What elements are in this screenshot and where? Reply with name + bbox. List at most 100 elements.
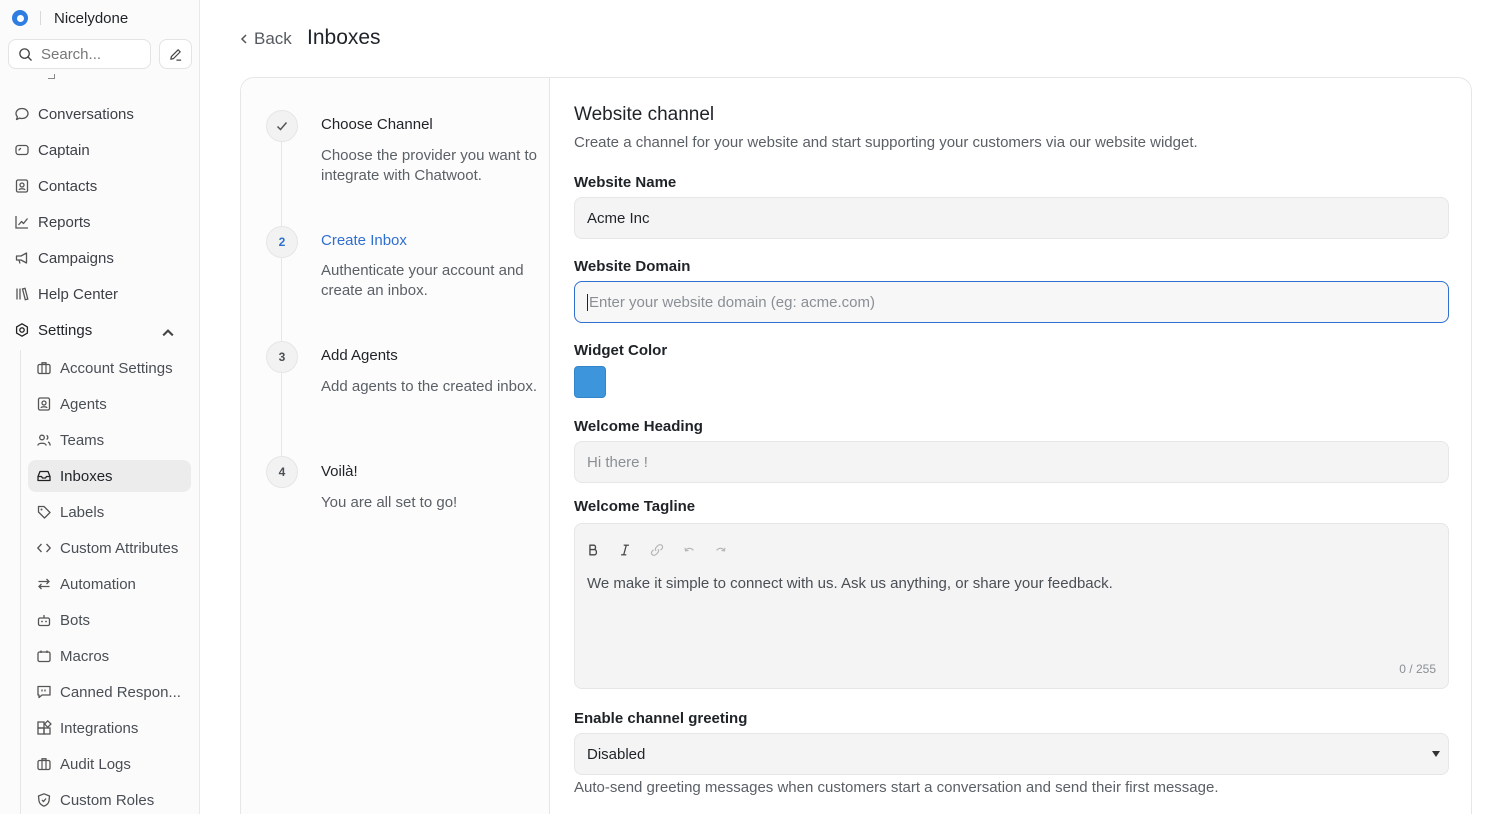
integrations-icon: [37, 720, 52, 735]
welcome-heading-label: Welcome Heading: [574, 418, 703, 435]
settings-item-label: Bots: [60, 611, 91, 629]
step-3-description: Add agents to the created inbox.: [321, 378, 537, 395]
step-2-description: Authenticate your account and create an …: [321, 262, 524, 299]
redo-icon[interactable]: [713, 542, 729, 558]
clipped-nav-item: [46, 74, 58, 82]
text-caret: [587, 293, 588, 311]
shield-icon: [37, 793, 51, 807]
line-chart-icon: [15, 216, 29, 229]
step-3-title: Add Agents: [321, 347, 398, 364]
settings-item-agents[interactable]: Agents: [28, 388, 191, 420]
sidebar: Nicelydone Conversations Captain Contact…: [0, 0, 200, 814]
macro-icon: [37, 650, 51, 663]
website-name-input[interactable]: Acme Inc: [574, 197, 1449, 239]
divider: [40, 11, 41, 25]
nav-campaigns[interactable]: Campaigns: [14, 242, 190, 274]
nav-label: Help Center: [38, 285, 119, 303]
step-1-description: Choose the provider you want to integrat…: [321, 147, 537, 184]
account-logo-icon: [12, 10, 28, 26]
gear-icon: [15, 323, 29, 337]
compose-button[interactable]: [159, 39, 192, 69]
step-4-description: You are all set to go!: [321, 494, 458, 511]
settings-item-bots[interactable]: Bots: [28, 604, 191, 636]
settings-item-account-settings[interactable]: Account Settings: [28, 352, 191, 384]
settings-item-teams[interactable]: Teams: [28, 424, 191, 456]
welcome-heading-input[interactable]: Hi there !: [574, 441, 1449, 483]
wizard-steps: Choose Channel Choose the provider you w…: [241, 78, 550, 814]
settings-item-label: Integrations: [60, 719, 139, 737]
settings-item-label: Audit Logs: [60, 755, 131, 773]
website-domain-label: Website Domain: [574, 258, 691, 275]
link-icon[interactable]: [649, 542, 665, 558]
greeting-select[interactable]: Disabled: [574, 733, 1449, 775]
chat-bubble-icon: [15, 107, 29, 121]
character-counter: 0 / 255: [1399, 662, 1436, 676]
step-1-marker: [266, 110, 298, 142]
settings-item-label: Labels: [60, 503, 105, 521]
settings-item-canned-responses[interactable]: Canned Respon...: [28, 676, 191, 708]
settings-item-label: Canned Respon...: [60, 683, 181, 701]
compose-icon: [170, 48, 182, 61]
settings-item-label: Inboxes: [60, 467, 113, 485]
settings-item-audit-logs[interactable]: Audit Logs: [28, 748, 191, 780]
step-1-title: Choose Channel: [321, 116, 433, 133]
welcome-heading-placeholder: Hi there !: [587, 453, 648, 471]
agent-icon: [37, 397, 51, 411]
settings-item-labels[interactable]: Labels: [28, 496, 191, 528]
bold-icon[interactable]: [585, 542, 601, 558]
canned-response-icon: [37, 685, 51, 699]
chevron-up-icon[interactable]: [160, 325, 176, 341]
nav-help-center[interactable]: Help Center: [14, 278, 190, 310]
website-name-label: Website Name: [574, 174, 677, 191]
settings-item-inboxes[interactable]: Inboxes: [28, 460, 191, 492]
settings-item-label: Account Settings: [60, 359, 173, 377]
greeting-label: Enable channel greeting: [574, 710, 748, 727]
settings-item-automation[interactable]: Automation: [28, 568, 191, 600]
step-2-title: Create Inbox: [321, 232, 407, 249]
form-subtitle: Create a channel for your website and st…: [574, 134, 1198, 151]
welcome-tagline-text[interactable]: We make it simple to connect with us. As…: [587, 575, 1113, 592]
settings-item-label: Teams: [60, 431, 105, 449]
audit-log-icon: [37, 758, 51, 771]
greeting-hint: Auto-send greeting messages when custome…: [574, 779, 1219, 796]
nav-conversations[interactable]: Conversations: [14, 98, 190, 130]
settings-item-custom-attributes[interactable]: Custom Attributes: [28, 532, 191, 564]
search-input[interactable]: [41, 45, 141, 63]
settings-item-integrations[interactable]: Integrations: [28, 712, 191, 744]
nav-reports[interactable]: Reports: [14, 206, 190, 238]
step-4-title: Voilà!: [321, 463, 358, 480]
widget-color-label: Widget Color: [574, 342, 668, 359]
inbox-icon: [37, 470, 51, 482]
search-box[interactable]: [8, 39, 151, 69]
step-4-marker: 4: [266, 456, 298, 488]
contact-card-icon: [15, 179, 29, 193]
website-domain-placeholder: Enter your website domain (eg: acme.com): [589, 293, 875, 311]
page-title: Inboxes: [307, 26, 381, 49]
captain-icon: [15, 144, 29, 156]
settings-item-custom-roles[interactable]: Custom Roles: [28, 784, 191, 814]
nav-label: Campaigns: [38, 249, 114, 267]
account-switcher[interactable]: Nicelydone: [12, 8, 128, 28]
step-2-marker: 2: [266, 226, 298, 258]
back-button[interactable]: Back: [238, 27, 292, 51]
form-title: Website channel: [574, 104, 715, 125]
nav-label: Reports: [38, 213, 91, 231]
bot-icon: [37, 615, 51, 627]
automation-icon: [38, 578, 50, 590]
italic-icon[interactable]: [617, 542, 633, 558]
widget-color-swatch[interactable]: [574, 366, 606, 398]
settings-item-label: Custom Roles: [60, 791, 155, 809]
tag-icon: [37, 505, 51, 519]
search-icon: [19, 47, 32, 61]
nav-settings[interactable]: Settings: [14, 314, 190, 346]
settings-item-macros[interactable]: Macros: [28, 640, 191, 672]
nav-label: Settings: [38, 321, 93, 339]
nav-contacts[interactable]: Contacts: [14, 170, 190, 202]
welcome-tagline-editor[interactable]: We make it simple to connect with us. As…: [574, 523, 1449, 689]
step-3-marker: 3: [266, 341, 298, 373]
website-name-value: Acme Inc: [587, 209, 650, 227]
nav-captain[interactable]: Captain: [14, 134, 190, 166]
website-domain-input[interactable]: Enter your website domain (eg: acme.com): [574, 281, 1449, 323]
settings-item-label: Agents: [60, 395, 107, 413]
undo-icon[interactable]: [681, 542, 697, 558]
